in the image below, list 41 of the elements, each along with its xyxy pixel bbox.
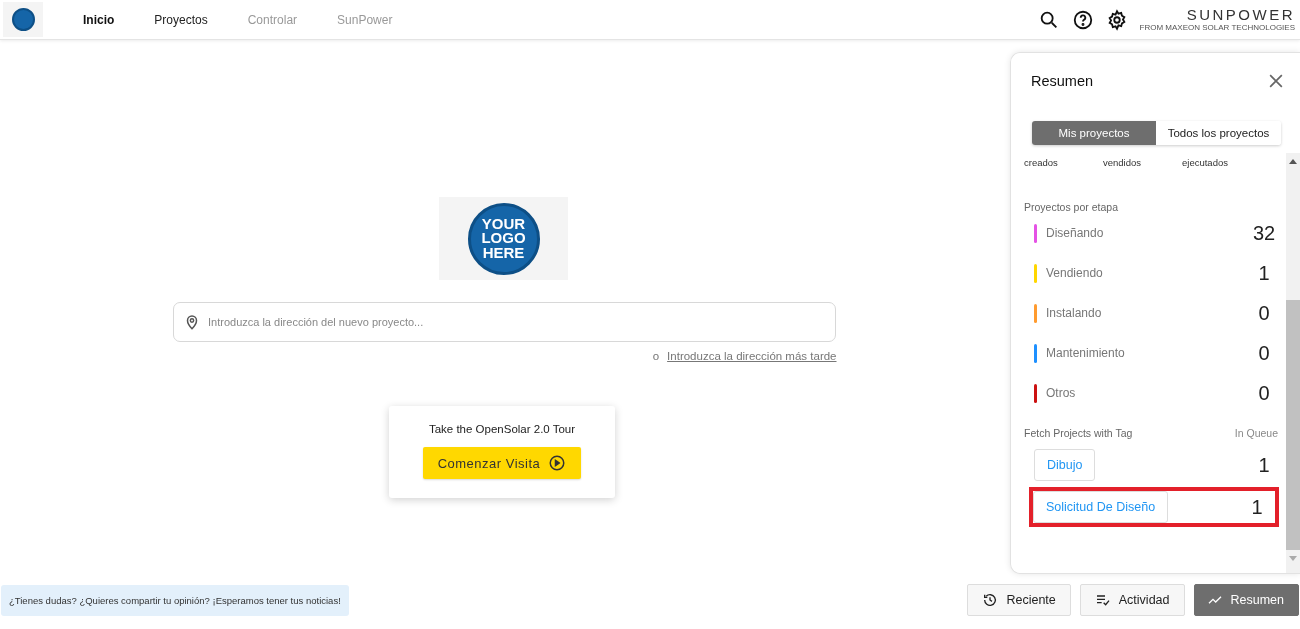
- stage-count: 1: [1257, 261, 1271, 285]
- stage-label: Mantenimiento: [1046, 346, 1126, 360]
- tour-title: Take the OpenSolar 2.0 Tour: [428, 423, 576, 435]
- scrollbar[interactable]: [1286, 153, 1300, 573]
- stage-count: 32: [1251, 221, 1277, 245]
- footer-button[interactable]: Actividad: [1079, 584, 1185, 616]
- stage-count: 0: [1257, 301, 1271, 325]
- stat-label: creados: [1024, 157, 1059, 168]
- stage-label: Otros: [1046, 386, 1077, 400]
- address-field[interactable]: Introduzca la dirección del nuevo proyecto...: [173, 302, 836, 342]
- or-text: o: [652, 350, 660, 362]
- toggle-tab[interactable]: Mis proyectos: [1032, 121, 1156, 145]
- stage-label: Diseñando: [1046, 226, 1105, 240]
- start-tour-button[interactable]: Comenzar Visita: [423, 447, 581, 479]
- toggle-tab[interactable]: Todos los proyectos: [1156, 121, 1281, 145]
- stage-count: 0: [1257, 381, 1271, 405]
- section-title: Proyectos por etapa: [1024, 201, 1119, 213]
- tag-count: 1: [1250, 495, 1264, 519]
- play-icon: [548, 454, 567, 472]
- history-icon: [982, 592, 999, 608]
- section-title: Fetch Projects with Tag: [1024, 427, 1133, 439]
- feedback-banner[interactable]: ¿Tienes dudas? ¿Quieres compartir tu opinión? ¡Esperamos tener tus noticias!: [1, 584, 349, 616]
- stat-label: ejecutados: [1182, 157, 1229, 168]
- tag-count: 1: [1257, 453, 1271, 477]
- checklist-icon: [1094, 592, 1111, 608]
- stage-count: 0: [1257, 341, 1271, 365]
- nav-tab[interactable]: Proyectos: [134, 12, 228, 27]
- nav-tab[interactable]: Inicio: [63, 12, 135, 27]
- later-link[interactable]: Introduzca la dirección más tarde: [667, 350, 837, 362]
- stage-label: Vendiendo: [1046, 266, 1104, 280]
- footer-button[interactable]: Reciente: [967, 584, 1071, 616]
- help-icon: [1071, 8, 1094, 31]
- column-heading: In Queue: [1234, 427, 1278, 439]
- stat-label: vendidos: [1103, 157, 1143, 168]
- stage-label: Instalando: [1046, 306, 1103, 320]
- logo-icon: [11, 8, 35, 31]
- logo: YOUR LOGO HERE: [467, 202, 540, 275]
- logo-tile[interactable]: [3, 2, 43, 37]
- footer-button[interactable]: Resumen: [1193, 584, 1299, 616]
- brand-logo: SUNPOWER FROM MAXEON SOLAR TECHNOLOGIES: [1139, 7, 1295, 32]
- panel-title: Resumen: [1031, 73, 1094, 89]
